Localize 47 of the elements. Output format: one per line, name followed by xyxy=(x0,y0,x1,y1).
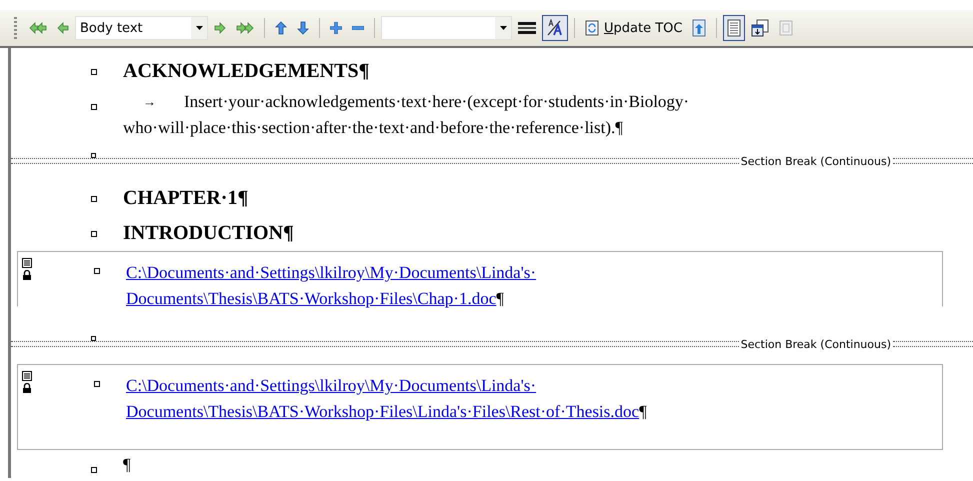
paragraph-marker-icon xyxy=(91,153,96,158)
down-arrow-icon xyxy=(297,21,309,35)
subdocument-icon xyxy=(22,258,32,268)
up-arrow-icon xyxy=(275,21,287,35)
refresh-document-icon xyxy=(585,20,599,36)
master-document-view-button[interactable] xyxy=(723,15,746,41)
dropdown-arrow-icon xyxy=(196,26,202,30)
paragraph-marker-icon xyxy=(94,381,100,387)
paragraph-marker-icon xyxy=(91,336,96,341)
paragraph-marker-icon xyxy=(91,467,97,473)
right-arrow-icon xyxy=(214,21,226,35)
pilcrow-mark: ¶ xyxy=(496,288,504,310)
update-toc-button[interactable]: Update TOC xyxy=(581,15,686,41)
paragraph-marker-icon xyxy=(91,104,97,110)
double-right-arrow-icon xyxy=(236,21,254,35)
paragraph-marker-icon xyxy=(91,231,97,237)
minus-icon xyxy=(352,26,364,30)
section-break-label: Section Break (Continuous) xyxy=(740,154,892,168)
outline-level-dropdown[interactable]: Body text xyxy=(75,16,208,40)
insert-window-icon xyxy=(751,19,770,37)
body-text: who·will·place·this·section·after·the·text·and·before·the·reference·list).¶ xyxy=(123,117,623,139)
toolbar-grip[interactable] xyxy=(14,17,17,39)
lines-icon xyxy=(518,22,536,34)
subdocument-icon xyxy=(22,371,32,381)
heading-text: ACKNOWLEDGEMENTS¶ xyxy=(123,59,370,84)
subdocument-link[interactable]: C:\Documents·and·Settings\lkilroy\My·Documents\Linda's· xyxy=(126,373,536,399)
document-lines-icon xyxy=(727,19,742,37)
plus-icon xyxy=(330,22,342,34)
show-formatting-button[interactable] xyxy=(542,15,568,41)
paragraph-marker-icon xyxy=(91,69,97,75)
document-icon xyxy=(779,20,794,36)
body-text: Insert·your·acknowledgements·text·here·(except·for·students·in·Biology· xyxy=(184,91,690,113)
body-text: ¶ xyxy=(123,454,131,476)
paragraph-marker-icon xyxy=(91,196,97,202)
left-arrow-icon xyxy=(57,21,69,35)
dropdown-arrow-icon xyxy=(500,26,506,30)
subdocument-link[interactable]: C:\Documents·and·Settings\lkilroy\My·Documents\Linda's· xyxy=(126,260,536,286)
paragraph-marker-icon xyxy=(94,268,100,274)
pilcrow-mark: ¶ xyxy=(639,401,647,423)
heading-text: CHAPTER·1¶ xyxy=(123,186,248,211)
tab-mark: → xyxy=(143,93,156,111)
heading-text: INTRODUCTION¶ xyxy=(123,221,294,246)
section-break-label: Section Break (Continuous) xyxy=(740,338,892,350)
subdocument-link[interactable]: Documents\Thesis\BATS·Workshop·Files\Chap·1.doc xyxy=(126,286,496,312)
double-left-arrow-icon xyxy=(29,21,47,35)
text-format-icon xyxy=(546,19,564,37)
subdocument-link[interactable]: Documents\Thesis\BATS·Workshop·Files\Linda's·Files\Rest·of·Thesis.doc xyxy=(126,399,640,425)
